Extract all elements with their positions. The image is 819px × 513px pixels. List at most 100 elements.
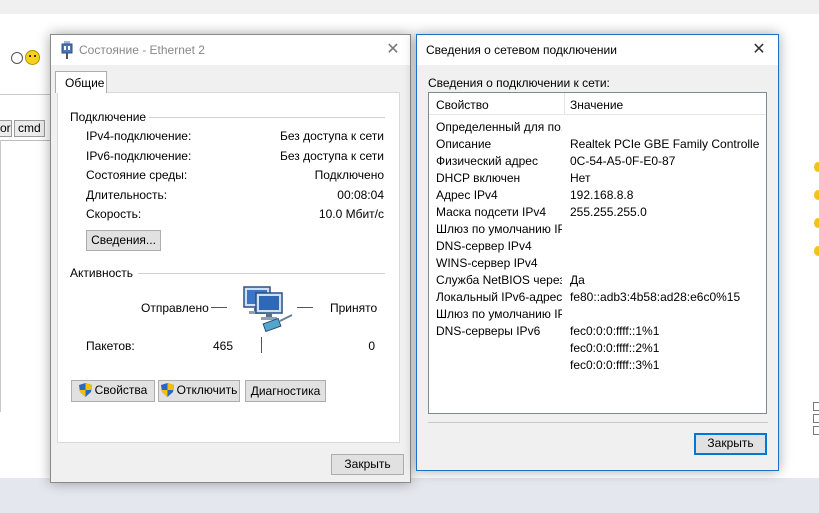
column-header-property[interactable]: Свойство bbox=[436, 98, 489, 112]
value-cell: 0C-54-A5-0F-E0-87 bbox=[570, 154, 676, 168]
background-border bbox=[0, 140, 1, 412]
background-divider bbox=[0, 94, 52, 95]
media-state-label: Состояние среды: bbox=[86, 168, 188, 182]
list-item[interactable]: Описание Realtek PCIe GBE Family Controll… bbox=[429, 137, 766, 154]
disable-button-label: Отключить bbox=[176, 383, 238, 397]
list-item[interactable]: fec0:0:0:ffff::3%1 bbox=[429, 358, 766, 375]
list-item[interactable]: Адрес IPv4 192.168.8.8 bbox=[429, 188, 766, 205]
details-list[interactable]: Свойство Значение Определенный для по...… bbox=[428, 92, 767, 414]
status-titlebar[interactable]: Состояние - Ethernet 2 ✕ bbox=[51, 35, 410, 65]
details-button[interactable]: Сведения... bbox=[86, 230, 161, 251]
column-separator[interactable] bbox=[564, 93, 565, 115]
background-checkbox[interactable] bbox=[813, 402, 819, 411]
received-line bbox=[297, 307, 313, 308]
speed-label: Скорость: bbox=[86, 207, 142, 221]
background-radio-icon[interactable] bbox=[814, 162, 819, 172]
property-cell: Определенный для по... bbox=[436, 120, 562, 134]
list-item[interactable]: Определенный для по... bbox=[429, 120, 766, 137]
status-close-button[interactable]: Закрыть bbox=[331, 454, 404, 475]
ethernet-icon bbox=[61, 41, 73, 59]
property-cell: DNS-серверы IPv6 bbox=[436, 324, 541, 338]
details-list-header: Свойство Значение bbox=[429, 93, 766, 115]
column-header-value[interactable]: Значение bbox=[570, 98, 623, 112]
smiley-icon[interactable] bbox=[25, 50, 40, 65]
media-state-value: Подключено bbox=[314, 168, 384, 182]
list-item[interactable]: Локальный IPv6-адрес... fe80::adb3:4b58:a… bbox=[429, 290, 766, 307]
background-radio-icon[interactable] bbox=[814, 218, 819, 228]
ipv4-connectivity-label: IPv4-подключение: bbox=[86, 129, 192, 143]
property-cell: Локальный IPv6-адрес... bbox=[436, 290, 562, 304]
packets-label: Пакетов: bbox=[86, 339, 135, 353]
properties-button-label: Свойства bbox=[94, 383, 148, 397]
property-cell: Маска подсети IPv4 bbox=[436, 205, 547, 219]
list-item[interactable]: DHCP включен Нет bbox=[429, 171, 766, 188]
ipv6-connectivity-label: IPv6-подключение: bbox=[86, 149, 192, 163]
packets-sent-value: 465 bbox=[213, 339, 234, 353]
section-divider bbox=[138, 273, 385, 274]
sent-label: Отправлено bbox=[141, 301, 209, 315]
activity-separator bbox=[261, 337, 262, 353]
details-divider bbox=[428, 422, 768, 423]
property-cell: Шлюз по умолчанию IP bbox=[436, 222, 562, 236]
background-radio-icon[interactable] bbox=[814, 246, 819, 256]
disable-button[interactable]: Отключить bbox=[158, 380, 240, 402]
details-close-button[interactable]: Закрыть bbox=[694, 433, 767, 455]
background-checkbox[interactable] bbox=[813, 414, 819, 423]
properties-button[interactable]: Свойства bbox=[71, 380, 155, 402]
value-cell: Нет bbox=[570, 171, 591, 185]
sent-line bbox=[211, 307, 227, 308]
list-item[interactable]: Физический адрес 0C-54-A5-0F-E0-87 bbox=[429, 154, 766, 171]
close-icon[interactable]: ✕ bbox=[748, 40, 770, 60]
value-cell: fe80::adb3:4b58:ad28:e6c0%15 bbox=[570, 290, 741, 304]
ipv6-connectivity-value: Без доступа к сети bbox=[280, 149, 384, 163]
uac-shield-icon bbox=[160, 383, 174, 397]
value-cell: 192.168.8.8 bbox=[570, 188, 634, 202]
background-checkbox[interactable] bbox=[813, 426, 819, 435]
list-item[interactable]: fec0:0:0:ffff::2%1 bbox=[429, 341, 766, 358]
network-activity-icon bbox=[243, 286, 293, 333]
ipv4-connectivity-value: Без доступа к сети bbox=[280, 129, 384, 143]
status-window-title: Состояние - Ethernet 2 bbox=[79, 43, 205, 57]
property-cell: Адрес IPv4 bbox=[436, 188, 498, 202]
received-label: Принято bbox=[330, 301, 378, 315]
background-radio[interactable] bbox=[11, 52, 23, 64]
value-cell: fec0:0:0:ffff::1%1 bbox=[570, 324, 660, 338]
close-icon[interactable]: ✕ bbox=[382, 40, 404, 60]
connection-section-title: Подключение bbox=[70, 110, 147, 124]
uac-shield-icon bbox=[78, 383, 92, 397]
property-cell: Описание bbox=[436, 137, 492, 151]
property-cell: Шлюз по умолчанию IP bbox=[436, 307, 562, 321]
property-cell: WINS-сервер IPv4 bbox=[436, 256, 538, 270]
property-cell: DNS-сервер IPv4 bbox=[436, 239, 532, 253]
background-button-cmd[interactable]: cmd bbox=[14, 120, 45, 137]
background-radio-icon[interactable] bbox=[814, 190, 819, 200]
diagnose-button[interactable]: Диагностика bbox=[245, 380, 326, 402]
tab-general[interactable]: Общие bbox=[55, 71, 107, 93]
property-cell: Физический адрес bbox=[436, 154, 538, 168]
background-top-bar bbox=[0, 0, 819, 14]
value-cell: 255.255.255.0 bbox=[570, 205, 647, 219]
details-window-title: Сведения о сетевом подключении bbox=[426, 43, 617, 57]
list-item[interactable]: DNS-серверы IPv6 fec0:0:0:ffff::1%1 bbox=[429, 324, 766, 341]
value-cell: Realtek PCIe GBE Family Controller bbox=[570, 137, 760, 151]
section-divider bbox=[149, 117, 385, 118]
duration-value: 00:08:04 bbox=[337, 188, 384, 202]
list-item[interactable]: Шлюз по умолчанию IP bbox=[429, 307, 766, 324]
property-cell: DHCP включен bbox=[436, 171, 521, 185]
details-titlebar[interactable]: Сведения о сетевом подключении ✕ bbox=[417, 35, 778, 65]
property-cell: Служба NetBIOS через... bbox=[436, 273, 562, 287]
speed-value: 10.0 Мбит/с bbox=[318, 207, 384, 221]
duration-label: Длительность: bbox=[86, 188, 168, 202]
list-item[interactable]: Служба NetBIOS через... Да bbox=[429, 273, 766, 290]
list-item[interactable]: Шлюз по умолчанию IP bbox=[429, 222, 766, 239]
value-cell: fec0:0:0:ffff::2%1 bbox=[570, 341, 660, 355]
details-subtitle: Сведения о подключении к сети: bbox=[428, 76, 610, 90]
list-item[interactable]: WINS-сервер IPv4 bbox=[429, 256, 766, 273]
packets-received-value: 0 bbox=[368, 339, 375, 353]
list-item[interactable]: Маска подсети IPv4 255.255.255.0 bbox=[429, 205, 766, 222]
list-item[interactable]: DNS-сервер IPv4 bbox=[429, 239, 766, 256]
value-cell: Да bbox=[570, 273, 585, 287]
value-cell: fec0:0:0:ffff::3%1 bbox=[570, 358, 660, 372]
background-bottom-bar bbox=[0, 478, 819, 513]
background-button-or[interactable]: or bbox=[0, 120, 12, 137]
